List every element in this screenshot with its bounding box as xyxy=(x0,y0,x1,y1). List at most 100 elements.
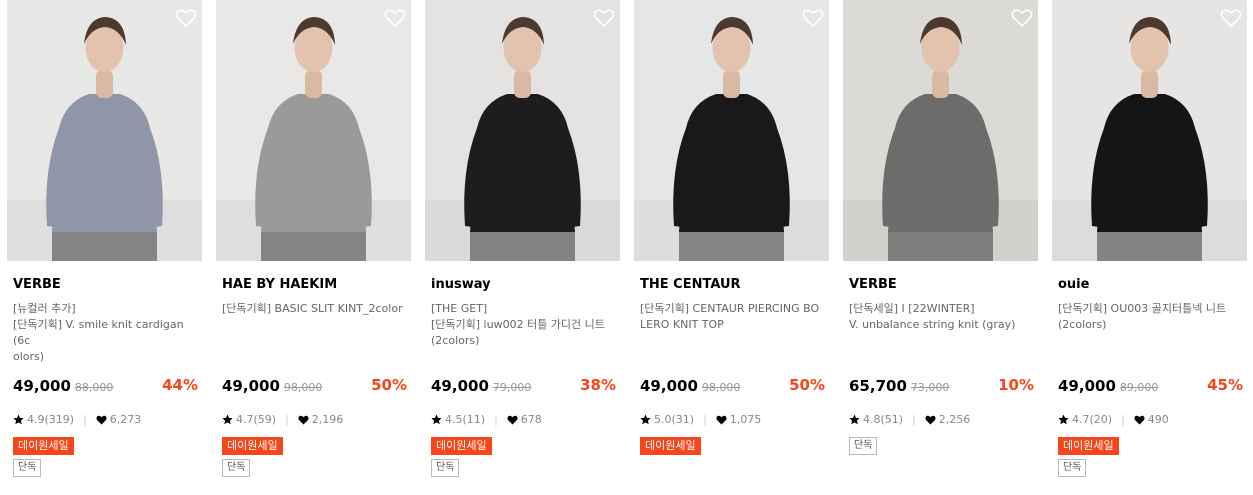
heart-filled-icon xyxy=(925,415,936,424)
like-count: 1,075 xyxy=(729,413,762,426)
product-card[interactable]: HAE BY HAEKIM [단독기획] BASIC SLIT KINT_2co… xyxy=(216,0,411,495)
sale-badge: 데이원세일 xyxy=(222,437,283,455)
product-grid: VERBE [뉴컬러 추가] [단독기획] V. smile knit card… xyxy=(0,0,1253,495)
divider: | xyxy=(83,413,87,426)
sale-price: 49,000 xyxy=(222,377,280,395)
divider: | xyxy=(912,413,916,426)
product-image[interactable] xyxy=(634,0,829,261)
product-name-line: [단독기획] CENTAUR PIERCING BO xyxy=(640,302,820,315)
price-row: 49,000 98,000 50% xyxy=(640,376,827,398)
product-image[interactable] xyxy=(216,0,411,261)
heart-icon[interactable] xyxy=(175,8,197,28)
original-price: 73,000 xyxy=(910,381,950,394)
product-image[interactable] xyxy=(843,0,1038,261)
star-icon xyxy=(849,414,860,425)
star-icon xyxy=(1058,414,1069,425)
star-icon xyxy=(431,414,442,425)
product-name-line: [뉴컬러 추가] xyxy=(13,302,76,315)
exclusive-tag: 단독 xyxy=(13,459,42,477)
heart-icon[interactable] xyxy=(593,8,615,28)
brand-name[interactable]: THE CENTAUR xyxy=(640,277,741,292)
rating: 4.8(51) xyxy=(863,413,904,426)
sale-price: 49,000 xyxy=(640,377,698,395)
divider: | xyxy=(285,413,289,426)
product-name[interactable]: [단독기획] BASIC SLIT KINT_2color xyxy=(222,301,410,317)
like-count: 2,256 xyxy=(938,413,971,426)
review-meta: 4.7(59) | 2,196 xyxy=(222,413,343,426)
product-card[interactable]: VERBE [뉴컬러 추가] [단독기획] V. smile knit card… xyxy=(7,0,202,495)
original-price: 88,000 xyxy=(74,381,114,394)
original-price: 98,000 xyxy=(701,381,741,394)
product-card[interactable]: ouie [단독기획] OU003 골지터틀넥 니트 (2colors) 49,… xyxy=(1052,0,1247,495)
product-name-line: [단독기획] iuw002 터틀 가디건 니트 xyxy=(431,318,605,331)
review-meta: 4.8(51) | 2,256 xyxy=(849,413,970,426)
original-price: 98,000 xyxy=(283,381,323,394)
sale-price: 65,700 xyxy=(849,377,907,395)
heart-filled-icon xyxy=(96,415,107,424)
product-image[interactable] xyxy=(1052,0,1247,261)
product-card[interactable]: inusway [THE GET] [단독기획] iuw002 터틀 가디건 니… xyxy=(425,0,620,495)
product-name-line: [THE GET] xyxy=(431,302,488,315)
heart-icon[interactable] xyxy=(1220,8,1242,28)
discount-rate: 10% xyxy=(998,376,1034,394)
review-meta: 4.7(20) | 490 xyxy=(1058,413,1169,426)
heart-icon[interactable] xyxy=(1011,8,1033,28)
brand-name[interactable]: VERBE xyxy=(849,277,897,292)
product-name-line: [단독기획] OU003 골지터틀넥 니트 xyxy=(1058,302,1227,315)
heart-icon[interactable] xyxy=(384,8,406,28)
heart-filled-icon xyxy=(1134,415,1145,424)
rating: 4.9(319) xyxy=(27,413,75,426)
discount-rate: 50% xyxy=(371,376,407,394)
product-name[interactable]: [단독기획] CENTAUR PIERCING BO LERO KNIT TOP xyxy=(640,301,828,333)
like-count: 678 xyxy=(520,413,542,426)
star-icon xyxy=(222,414,233,425)
exclusive-tag: 단독 xyxy=(1058,459,1087,477)
brand-name[interactable]: ouie xyxy=(1058,277,1089,292)
product-name-line: [단독기획] BASIC SLIT KINT_2color xyxy=(222,302,403,315)
star-icon xyxy=(13,414,24,425)
product-name[interactable]: [단독기획] OU003 골지터틀넥 니트 (2colors) xyxy=(1058,301,1246,333)
sale-price: 49,000 xyxy=(13,377,71,395)
discount-rate: 45% xyxy=(1207,376,1243,394)
like-count: 6,273 xyxy=(109,413,142,426)
price-row: 65,700 73,000 10% xyxy=(849,376,1036,398)
rating: 5.0(31) xyxy=(654,413,695,426)
original-price: 89,000 xyxy=(1119,381,1159,394)
review-meta: 5.0(31) | 1,075 xyxy=(640,413,761,426)
product-name[interactable]: [THE GET] [단독기획] iuw002 터틀 가디건 니트 (2colo… xyxy=(431,301,619,349)
product-name[interactable]: [단독세일] I [22WINTER] V. unbalance string … xyxy=(849,301,1037,333)
divider: | xyxy=(494,413,498,426)
rating: 4.7(20) xyxy=(1072,413,1113,426)
exclusive-tag: 단독 xyxy=(431,459,460,477)
like-count: 2,196 xyxy=(311,413,344,426)
product-image[interactable] xyxy=(7,0,202,261)
original-price: 79,000 xyxy=(492,381,532,394)
sale-badge: 데이원세일 xyxy=(431,437,492,455)
product-name-line: V. unbalance string knit (gray) xyxy=(849,318,1016,331)
heart-filled-icon xyxy=(507,415,518,424)
sale-price: 49,000 xyxy=(431,377,489,395)
product-card[interactable]: VERBE [단독세일] I [22WINTER] V. unbalance s… xyxy=(843,0,1038,495)
rating: 4.7(59) xyxy=(236,413,277,426)
review-meta: 4.5(11) | 678 xyxy=(431,413,542,426)
brand-name[interactable]: VERBE xyxy=(13,277,61,292)
brand-name[interactable]: HAE BY HAEKIM xyxy=(222,277,337,292)
price-row: 49,000 98,000 50% xyxy=(222,376,409,398)
product-name-line: (2colors) xyxy=(431,334,480,347)
rating: 4.5(11) xyxy=(445,413,486,426)
heart-icon[interactable] xyxy=(802,8,824,28)
review-meta: 4.9(319) | 6,273 xyxy=(13,413,141,426)
product-name-line: [단독세일] I [22WINTER] xyxy=(849,302,975,315)
product-name[interactable]: [뉴컬러 추가] [단독기획] V. smile knit cardigan (… xyxy=(13,301,201,365)
exclusive-tag: 단독 xyxy=(849,437,878,455)
brand-name[interactable]: inusway xyxy=(431,277,491,292)
product-name-line: [단독기획] V. smile knit cardigan (6c xyxy=(13,318,184,347)
product-name-line: (2colors) xyxy=(1058,318,1107,331)
divider: | xyxy=(703,413,707,426)
divider: | xyxy=(1121,413,1125,426)
exclusive-tag: 단독 xyxy=(222,459,251,477)
sale-price: 49,000 xyxy=(1058,377,1116,395)
discount-rate: 44% xyxy=(162,376,198,394)
product-image[interactable] xyxy=(425,0,620,261)
product-card[interactable]: THE CENTAUR [단독기획] CENTAUR PIERCING BO L… xyxy=(634,0,829,495)
